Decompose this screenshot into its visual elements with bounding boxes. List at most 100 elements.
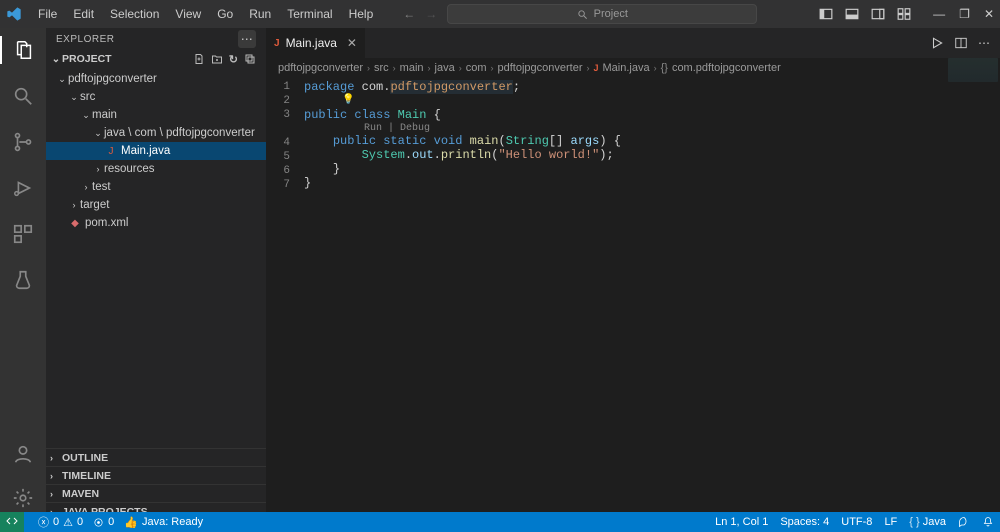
codelens-run-debug[interactable]: Run | Debug <box>364 122 1000 134</box>
status-lncol[interactable]: Ln 1, Col 1 <box>715 516 768 528</box>
tree-folder-src[interactable]: ⌄src <box>46 88 266 106</box>
status-eol[interactable]: LF <box>884 516 897 528</box>
command-center-label: Project <box>594 8 628 20</box>
window-maximize-icon[interactable]: ❐ <box>959 7 970 21</box>
token: main <box>462 134 498 148</box>
minimap[interactable] <box>948 58 998 82</box>
crumb[interactable]: main <box>400 62 424 74</box>
tree-folder-test[interactable]: ›test <box>46 178 266 196</box>
status-language[interactable]: { } Java <box>909 516 946 528</box>
crumb[interactable]: java <box>435 62 455 74</box>
token: [] <box>549 134 571 148</box>
activity-accounts-icon[interactable] <box>0 440 46 468</box>
tree-label: java \ com \ pdftojpgconverter <box>104 127 255 139</box>
activity-settings-icon[interactable] <box>0 484 46 512</box>
layout-primary-sidebar-icon[interactable] <box>819 7 833 21</box>
file-tree: ⌄pdftojpgconverter ⌄src ⌄main ⌄java \ co… <box>46 68 266 236</box>
activity-testing-icon[interactable] <box>0 266 46 294</box>
status-feedback-icon[interactable] <box>958 516 970 528</box>
menu-view[interactable]: View <box>169 5 207 23</box>
remote-indicator[interactable] <box>0 512 24 532</box>
layout-panel-icon[interactable] <box>845 7 859 21</box>
thumbs-up-icon: 👍 <box>124 516 138 529</box>
new-folder-icon[interactable] <box>211 53 223 66</box>
crumb[interactable]: com.pdftojpgconverter <box>672 62 781 74</box>
lightbulb-icon[interactable]: 💡 <box>342 94 1000 108</box>
menu-help[interactable]: Help <box>343 5 380 23</box>
menu-selection[interactable]: Selection <box>104 5 165 23</box>
collapse-all-icon[interactable] <box>244 53 256 66</box>
code-editor[interactable]: 1234567 package com.pdftojpgconverter; 💡… <box>266 78 1000 190</box>
tree-file-pom[interactable]: ◆pom.xml <box>46 214 266 232</box>
status-encoding[interactable]: UTF-8 <box>841 516 872 528</box>
explorer-title-label: EXPLORER <box>56 34 114 45</box>
editor-area: J Main.java ✕ ⋯ pdftojpgconverter› src› … <box>266 28 1000 520</box>
activity-explorer-icon[interactable] <box>0 36 46 64</box>
title-right: — ❐ ✕ <box>819 7 994 21</box>
nav-back-icon[interactable]: ← <box>403 7 415 21</box>
layout-secondary-sidebar-icon[interactable] <box>871 7 885 21</box>
tree-label: target <box>80 199 109 211</box>
crumb[interactable]: pdftojpgconverter <box>278 62 363 74</box>
activity-search-icon[interactable] <box>0 82 46 110</box>
vscode-logo-icon <box>6 6 22 22</box>
panel-outline[interactable]: ›OUTLINE <box>46 448 266 466</box>
java-status-label: Java: Ready <box>142 516 203 528</box>
window-close-icon[interactable]: ✕ <box>984 7 994 21</box>
panel-label: MAVEN <box>62 488 99 500</box>
menu-bar: File Edit Selection View Go Run Terminal… <box>32 5 379 23</box>
tab-main-java[interactable]: J Main.java ✕ <box>266 28 366 58</box>
status-bell-icon[interactable] <box>982 516 994 528</box>
split-editor-icon[interactable] <box>954 36 968 50</box>
tree-folder-pdftojpgconverter[interactable]: ⌄pdftojpgconverter <box>46 70 266 88</box>
editor-more-icon[interactable]: ⋯ <box>978 36 990 50</box>
menu-terminal[interactable]: Terminal <box>281 5 338 23</box>
token: ; <box>513 80 520 94</box>
activity-source-control-icon[interactable] <box>0 128 46 156</box>
customize-layout-icon[interactable] <box>897 7 911 21</box>
crumb[interactable]: src <box>374 62 389 74</box>
refresh-icon[interactable]: ↻ <box>229 53 238 66</box>
nav-forward-icon[interactable]: → <box>425 7 437 21</box>
status-problems[interactable]: ⓧ0 ⚠0 <box>38 514 83 530</box>
explorer-toolbar: ↻ <box>193 53 262 66</box>
window-minimize-icon[interactable]: — <box>933 7 945 21</box>
status-ports[interactable]: 0 <box>93 516 114 528</box>
token: static <box>376 134 426 148</box>
command-center[interactable]: Project <box>447 4 757 24</box>
crumb[interactable]: pdftojpgconverter <box>497 62 582 74</box>
menu-go[interactable]: Go <box>211 5 239 23</box>
token: . <box>405 148 412 162</box>
token: public <box>333 134 376 148</box>
crumb[interactable]: com <box>466 62 487 74</box>
new-file-icon[interactable] <box>193 53 205 66</box>
crumb[interactable]: Main.java <box>603 62 650 74</box>
activity-extensions-icon[interactable] <box>0 220 46 248</box>
tree-folder-resources[interactable]: ›resources <box>46 160 266 178</box>
menu-edit[interactable]: Edit <box>67 5 100 23</box>
tree-folder-target[interactable]: ›target <box>46 196 266 214</box>
error-icon: ⓧ <box>38 514 49 530</box>
project-section-header[interactable]: ⌄ PROJECT ↻ <box>46 50 266 68</box>
panel-maven[interactable]: ›MAVEN <box>46 484 266 502</box>
tree-folder-javapath[interactable]: ⌄java \ com \ pdftojpgconverter <box>46 124 266 142</box>
breadcrumbs[interactable]: pdftojpgconverter› src› main› java› com›… <box>266 58 1000 78</box>
status-bar: ⓧ0 ⚠0 0 👍 Java: Ready Ln 1, Col 1 Spaces… <box>0 512 1000 532</box>
token: "Hello world!" <box>498 148 599 162</box>
explorer-title: EXPLORER ⋯ <box>46 28 266 50</box>
menu-file[interactable]: File <box>32 5 63 23</box>
token: Main <box>398 108 427 122</box>
editor-actions: ⋯ <box>930 28 1000 58</box>
run-file-icon[interactable] <box>930 36 944 50</box>
activity-run-debug-icon[interactable] <box>0 174 46 202</box>
java-file-icon: J <box>104 146 118 157</box>
tree-folder-main[interactable]: ⌄main <box>46 106 266 124</box>
menu-run[interactable]: Run <box>243 5 277 23</box>
tree-file-main-java[interactable]: JMain.java <box>46 142 266 160</box>
panel-timeline[interactable]: ›TIMELINE <box>46 466 266 484</box>
status-java[interactable]: 👍 Java: Ready <box>124 516 203 529</box>
java-file-icon: J <box>274 38 280 49</box>
status-spaces[interactable]: Spaces: 4 <box>780 516 829 528</box>
explorer-more-icon[interactable]: ⋯ <box>238 30 256 48</box>
close-tab-icon[interactable]: ✕ <box>347 36 357 50</box>
